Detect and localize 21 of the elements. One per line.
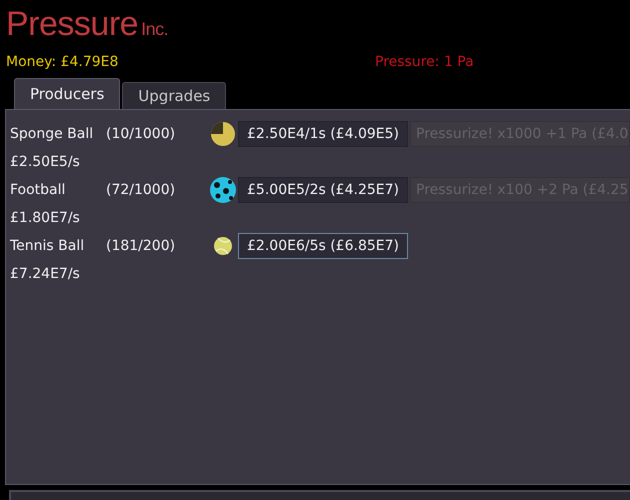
producer-count: (10/1000) (106, 124, 176, 144)
pressure-label: Pressure: 1 Pa (375, 52, 474, 72)
producer-name: Football (9, 180, 66, 200)
tab[interactable]: Producers (14, 78, 120, 109)
producer-name: Tennis Ball (9, 236, 86, 256)
ball-icon (211, 122, 235, 146)
production-rate: £2.50E5/s (9, 152, 80, 172)
buy-button[interactable]: £2.00E6/5s (£6.85E7) (238, 233, 408, 259)
production-rate: £1.80E7/s (9, 208, 80, 228)
production-rate: £7.24E7/s (9, 264, 80, 284)
producer-count: (72/1000) (106, 180, 176, 200)
buy-button[interactable]: £5.00E5/2s (£4.25E7) (238, 177, 408, 203)
app-title: Pressure (6, 4, 138, 44)
buy-button[interactable]: £2.50E4/1s (£4.09E5) (238, 121, 408, 147)
producer-name: Sponge Ball (9, 124, 94, 144)
soccer-ball-icon (210, 177, 236, 203)
app-title-suffix: Inc. (141, 18, 168, 41)
tab[interactable]: Upgrades (122, 82, 226, 109)
money-label: Money: £4.79E8 (6, 52, 120, 72)
producer-count: (181/200) (106, 236, 176, 256)
tennis-ball-icon (214, 237, 232, 255)
